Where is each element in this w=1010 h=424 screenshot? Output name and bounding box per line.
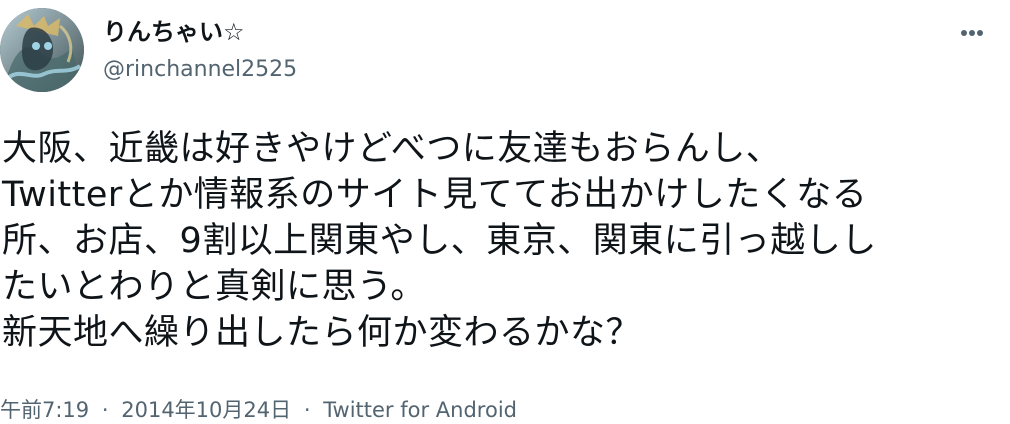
more-options-button[interactable] <box>950 18 994 48</box>
tweet-time-link[interactable]: 午前7:19 <box>0 398 89 422</box>
avatar-illustration <box>0 8 84 92</box>
more-horizontal-icon <box>961 30 983 36</box>
tweet-text-line: たいとわりと真剣に思う。 <box>2 267 426 307</box>
tweet-text: 大阪、近畿は好きやけどべつに友達もおらんし、 Twitterとか情報系のサイト見… <box>2 126 1002 356</box>
display-name[interactable]: りんちゃい☆ <box>103 16 245 48</box>
metadata-separator: · <box>101 398 109 422</box>
tweet-text-line: Twitterとか情報系のサイト見ててお出かけしたくなる <box>2 175 868 215</box>
tweet-text-line: 所、お店、9割以上関東やし、東京、関東に引っ越しし <box>2 221 877 261</box>
tweet-date-link[interactable]: 2014年10月24日 <box>121 398 291 422</box>
tweet-metadata: 午前7:19 · 2014年10月24日 · Twitter for Andro… <box>0 396 517 424</box>
tweet-source: Twitter for Android <box>323 398 517 422</box>
tweet-text-line: 大阪、近畿は好きやけどべつに友達もおらんし、 <box>2 129 782 169</box>
avatar[interactable] <box>0 8 84 92</box>
tweet-text-line: 新天地へ繰り出したら何か変わるかな？ <box>2 313 642 353</box>
username-handle[interactable]: @rinchannel2525 <box>103 55 297 85</box>
metadata-separator: · <box>303 398 311 422</box>
tweet-card: りんちゃい☆ @rinchannel2525 大阪、近畿は好きやけどべつに友達も… <box>0 0 1010 423</box>
